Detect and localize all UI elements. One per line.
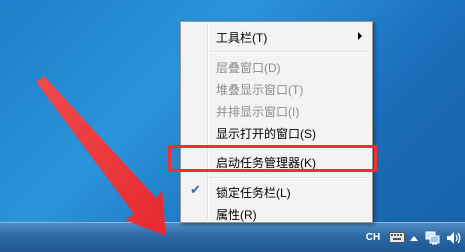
red-arrow-annotation: [36, 76, 166, 236]
